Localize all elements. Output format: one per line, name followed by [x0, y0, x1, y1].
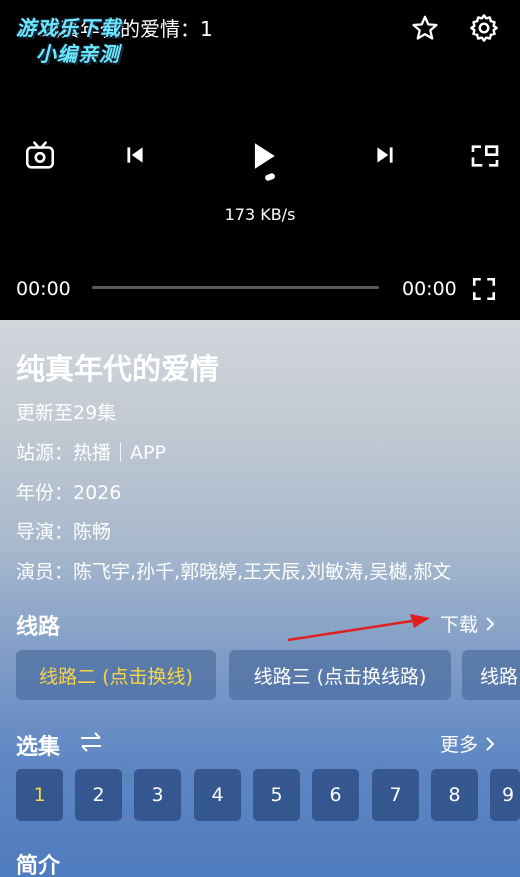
episode-button[interactable]: 8 — [431, 769, 478, 821]
pip-button[interactable] — [465, 136, 505, 176]
director-info: 导演：陈畅 — [16, 521, 112, 543]
episode-button[interactable]: 6 — [312, 769, 359, 821]
line-option-2[interactable]: 线路三 (点击换线路) — [229, 650, 451, 700]
update-status: 更新至29集 — [16, 402, 117, 424]
watermark-line2: 小编亲测 — [36, 42, 120, 66]
episodes-section-title: 选集 — [16, 735, 61, 760]
download-button[interactable]: 下载 — [440, 610, 498, 637]
previous-button[interactable] — [118, 138, 152, 172]
sort-toggle-icon[interactable] — [78, 730, 104, 754]
skip-previous-icon — [127, 147, 143, 163]
line-option-1[interactable]: 线路二 (点击换线) — [16, 650, 216, 700]
gear-icon — [470, 14, 498, 42]
more-label: 更多 — [439, 734, 478, 756]
lines-section-title: 线路 — [16, 615, 61, 640]
chevron-right-icon — [486, 736, 495, 751]
annotation-arrow — [287, 614, 430, 642]
fullscreen-icon — [472, 277, 496, 301]
episode-button[interactable]: 7 — [372, 769, 419, 821]
next-button[interactable] — [368, 138, 402, 172]
video-player[interactable]: 纯真年代的爱情：1 游戏乐下载 小编亲测 173 KB/s 00:00 00:0… — [0, 0, 520, 320]
current-time: 00:00 — [16, 278, 71, 300]
episode-button[interactable]: 5 — [253, 769, 300, 821]
pip-icon — [471, 145, 499, 167]
episode-button[interactable]: 3 — [134, 769, 181, 821]
more-episodes-button[interactable]: 更多 — [440, 730, 498, 757]
intro-section-title: 简介 — [16, 854, 61, 877]
episode-button[interactable]: 1 — [16, 769, 63, 821]
seek-bar[interactable] — [92, 286, 379, 289]
source-info: 站源：热播｜APP — [16, 442, 166, 464]
tv-icon — [25, 141, 55, 169]
play-icon — [254, 143, 275, 169]
episode-button[interactable]: 9 — [490, 769, 520, 821]
cast-button[interactable] — [20, 136, 60, 176]
total-time: 00:00 — [402, 278, 457, 300]
watermark-line1: 游戏乐下载 — [16, 16, 121, 40]
show-title: 纯真年代的爱情 — [16, 352, 220, 386]
settings-button[interactable] — [464, 10, 504, 46]
download-label: 下载 — [439, 614, 478, 636]
episode-button[interactable]: 4 — [194, 769, 241, 821]
fullscreen-button[interactable] — [470, 275, 498, 303]
episode-button[interactable]: 2 — [75, 769, 122, 821]
skip-next-icon — [377, 147, 393, 163]
detail-panel: 纯真年代的爱情 更新至29集 站源：热播｜APP 年份：2026 导演：陈畅 演… — [0, 320, 520, 877]
play-button[interactable] — [242, 136, 282, 176]
watermark-logo: 游戏乐下载 小编亲测 — [14, 10, 144, 66]
star-icon — [412, 15, 438, 40]
chevron-right-icon — [486, 616, 495, 631]
line-option-3[interactable]: 线路 — [462, 650, 520, 700]
year-info: 年份：2026 — [16, 482, 122, 504]
download-speed: 173 KB/s — [224, 205, 296, 224]
favorite-button[interactable] — [406, 10, 444, 46]
cast-info: 演员：陈飞宇,孙千,郭晓婷,王天辰,刘敏涛,吴樾,郝文 — [16, 561, 452, 583]
